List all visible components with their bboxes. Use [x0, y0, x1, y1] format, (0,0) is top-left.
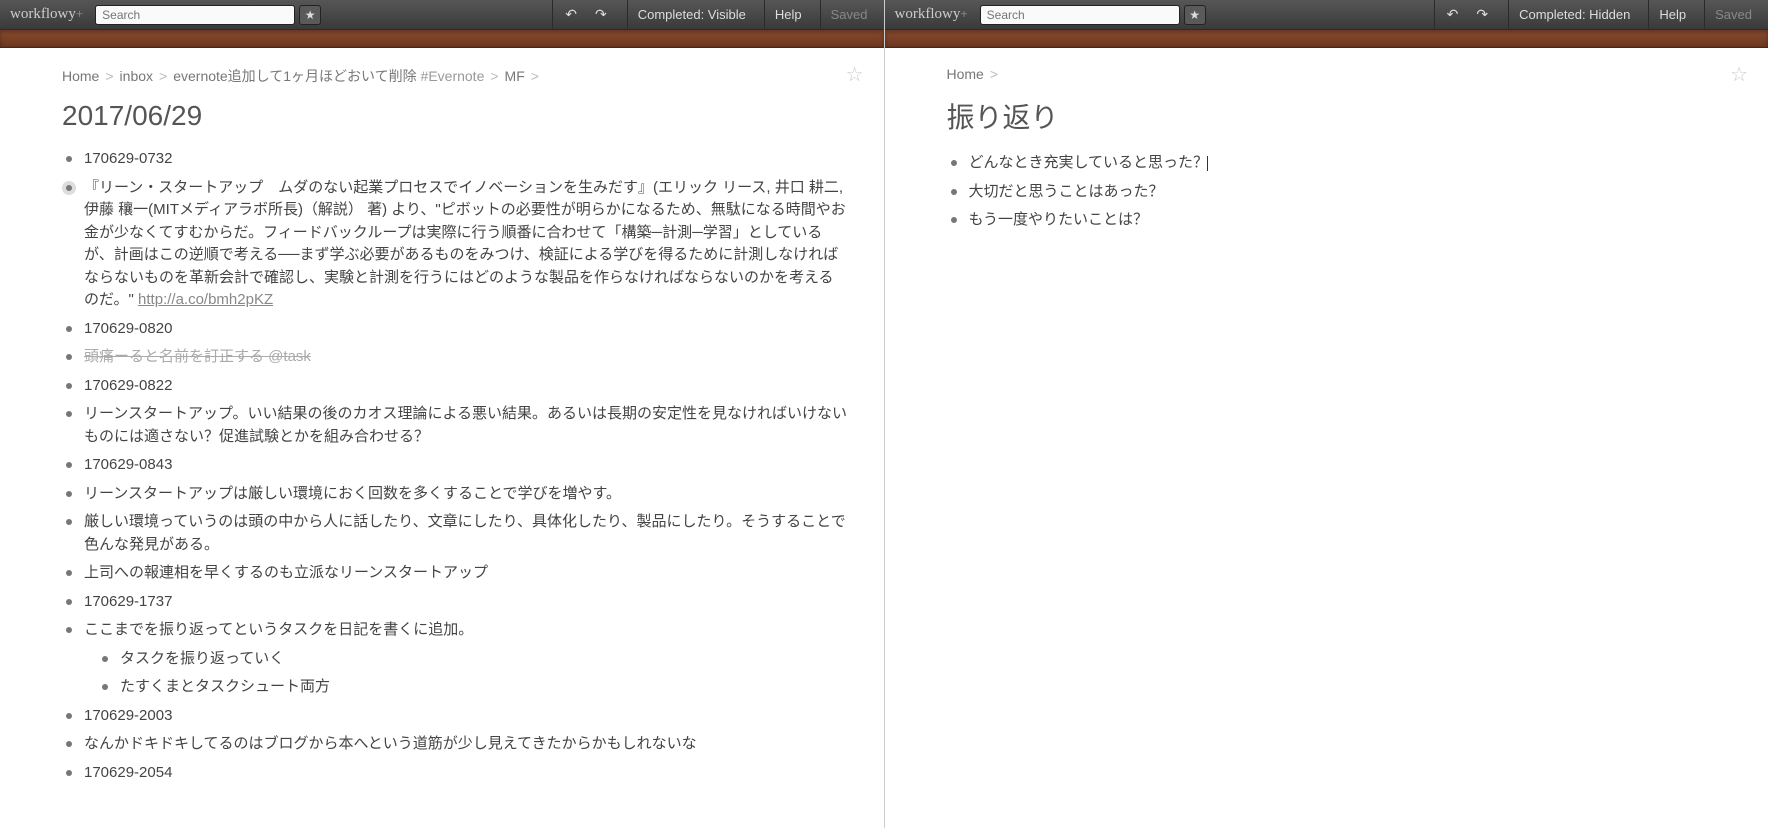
search-input[interactable] [980, 5, 1180, 25]
redo-icon[interactable]: ↷ [595, 6, 607, 23]
star-icon: ★ [1189, 8, 1200, 22]
list-item[interactable]: どんなとき充実していると思った？ [947, 152, 1733, 175]
page-title[interactable]: 2017/06/29 [62, 100, 848, 132]
help-button[interactable]: Help [1648, 0, 1696, 30]
breadcrumb-separator: > [531, 68, 539, 84]
list-item[interactable]: タスクを振り返っていく [98, 648, 848, 671]
breadcrumb-link[interactable]: Home [62, 68, 99, 84]
right-pane: workflowy+ ★ ↶ ↷ Completed: Hidden Help … [885, 0, 1768, 828]
undo-icon[interactable]: ↶ [565, 6, 577, 23]
star-button[interactable]: ★ [299, 5, 321, 25]
list-item[interactable]: もう一度やりたいことは？ [947, 209, 1733, 232]
breadcrumb-tag[interactable]: #Evernote [421, 68, 485, 84]
wood-strip [885, 30, 1768, 48]
logo[interactable]: workflowy+ [6, 6, 87, 23]
toolbar: workflowy+ ★ ↶ ↷ Completed: Hidden Help … [885, 0, 1768, 30]
content-area[interactable]: ☆ Home > inbox > evernote追加して1ヶ月ほどおいて削除 #Eve… [0, 48, 884, 828]
search-input[interactable] [95, 5, 295, 25]
list-item[interactable]: 170629-0843 [62, 454, 848, 477]
content-area[interactable]: ☆ Home > 振り返り どんなとき充実していると思った？ 大切だと思うことはあっ… [885, 48, 1768, 828]
list-item[interactable]: ここまでを振り返ってというタスクを日記を書くに追加。タスクを振り返っていくたすく… [62, 619, 848, 699]
list-item[interactable]: 170629-2054 [62, 762, 848, 785]
list-item[interactable]: 170629-1737 [62, 591, 848, 614]
list-item[interactable]: 上司への報連相を早くするのも立派なリーンスタートアップ [62, 562, 848, 585]
list-item[interactable]: たすくまとタスクシュート両方 [98, 676, 848, 699]
breadcrumb-separator: > [105, 68, 113, 84]
left-pane: workflowy+ ★ ↶ ↷ Completed: Visible Help… [0, 0, 885, 828]
item-link[interactable]: http://a.co/bmh2pKZ [138, 291, 273, 308]
list-item[interactable]: リーンスタートアップは厳しい環境におく回数を多くすることで学びを増やす。 [62, 483, 848, 506]
logo[interactable]: workflowy+ [891, 6, 972, 23]
undo-redo: ↶ ↷ [1434, 0, 1500, 30]
favorite-star-icon[interactable]: ☆ [846, 62, 864, 87]
list-item[interactable]: 厳しい環境っていうのは頭の中から人に話したり、文章にしたり、具体化したり、製品に… [62, 511, 848, 556]
saved-status: Saved [820, 0, 878, 30]
favorite-star-icon[interactable]: ☆ [1730, 62, 1748, 87]
undo-icon[interactable]: ↶ [1447, 6, 1459, 23]
redo-icon[interactable]: ↷ [1476, 6, 1488, 23]
breadcrumb-link[interactable]: Home [947, 66, 984, 82]
toolbar: workflowy+ ★ ↶ ↷ Completed: Visible Help… [0, 0, 884, 30]
list-item[interactable]: なんかドキドキしてるのはブログから本へという道筋が少し見えてきたからかもしれない… [62, 733, 848, 756]
breadcrumb-link[interactable]: evernote追加して1ヶ月ほどおいて削除 [173, 68, 420, 84]
list-item[interactable]: 170629-2003 [62, 705, 848, 728]
star-icon: ★ [305, 8, 316, 22]
list-item[interactable]: リーンスタートアップ。いい結果の後のカオス理論による悪い結果。あるいは長期の安定… [62, 403, 848, 448]
breadcrumb-link[interactable]: inbox [120, 68, 153, 84]
list-item[interactable]: 170629-0822 [62, 375, 848, 398]
list-item[interactable]: 『リーン・スタートアップ ムダのない起業プロセスでイノベーションを生みだす』(エ… [62, 177, 848, 312]
breadcrumb-separator: > [159, 68, 167, 84]
undo-redo: ↶ ↷ [552, 0, 618, 30]
breadcrumb-link[interactable]: MF [505, 68, 525, 84]
list-item[interactable]: 大切だと思うことはあった？ [947, 181, 1733, 204]
star-button[interactable]: ★ [1184, 5, 1206, 25]
outline[interactable]: どんなとき充実していると思った？ 大切だと思うことはあった？ もう一度やりたいことは… [947, 152, 1733, 232]
breadcrumb: Home > [947, 66, 1733, 82]
breadcrumb-separator: > [990, 66, 998, 82]
page-title[interactable]: 振り返り [947, 96, 1733, 136]
help-button[interactable]: Help [764, 0, 812, 30]
list-item[interactable]: 170629-0820 [62, 318, 848, 341]
list-item[interactable]: 170629-0732 [62, 148, 848, 171]
wood-strip [0, 30, 884, 48]
list-item[interactable]: 頭痛ーると名前を訂正する @task [62, 346, 848, 369]
breadcrumb-separator: > [490, 68, 498, 84]
completed-toggle[interactable]: Completed: Visible [627, 0, 756, 30]
completed-toggle[interactable]: Completed: Hidden [1508, 0, 1640, 30]
breadcrumb: Home > inbox > evernote追加して1ヶ月ほどおいて削除 #Evern… [62, 66, 848, 86]
saved-status: Saved [1704, 0, 1762, 30]
outline[interactable]: 170629-0732 『リーン・スタートアップ ムダのない起業プロセスでイノベー… [62, 148, 848, 784]
